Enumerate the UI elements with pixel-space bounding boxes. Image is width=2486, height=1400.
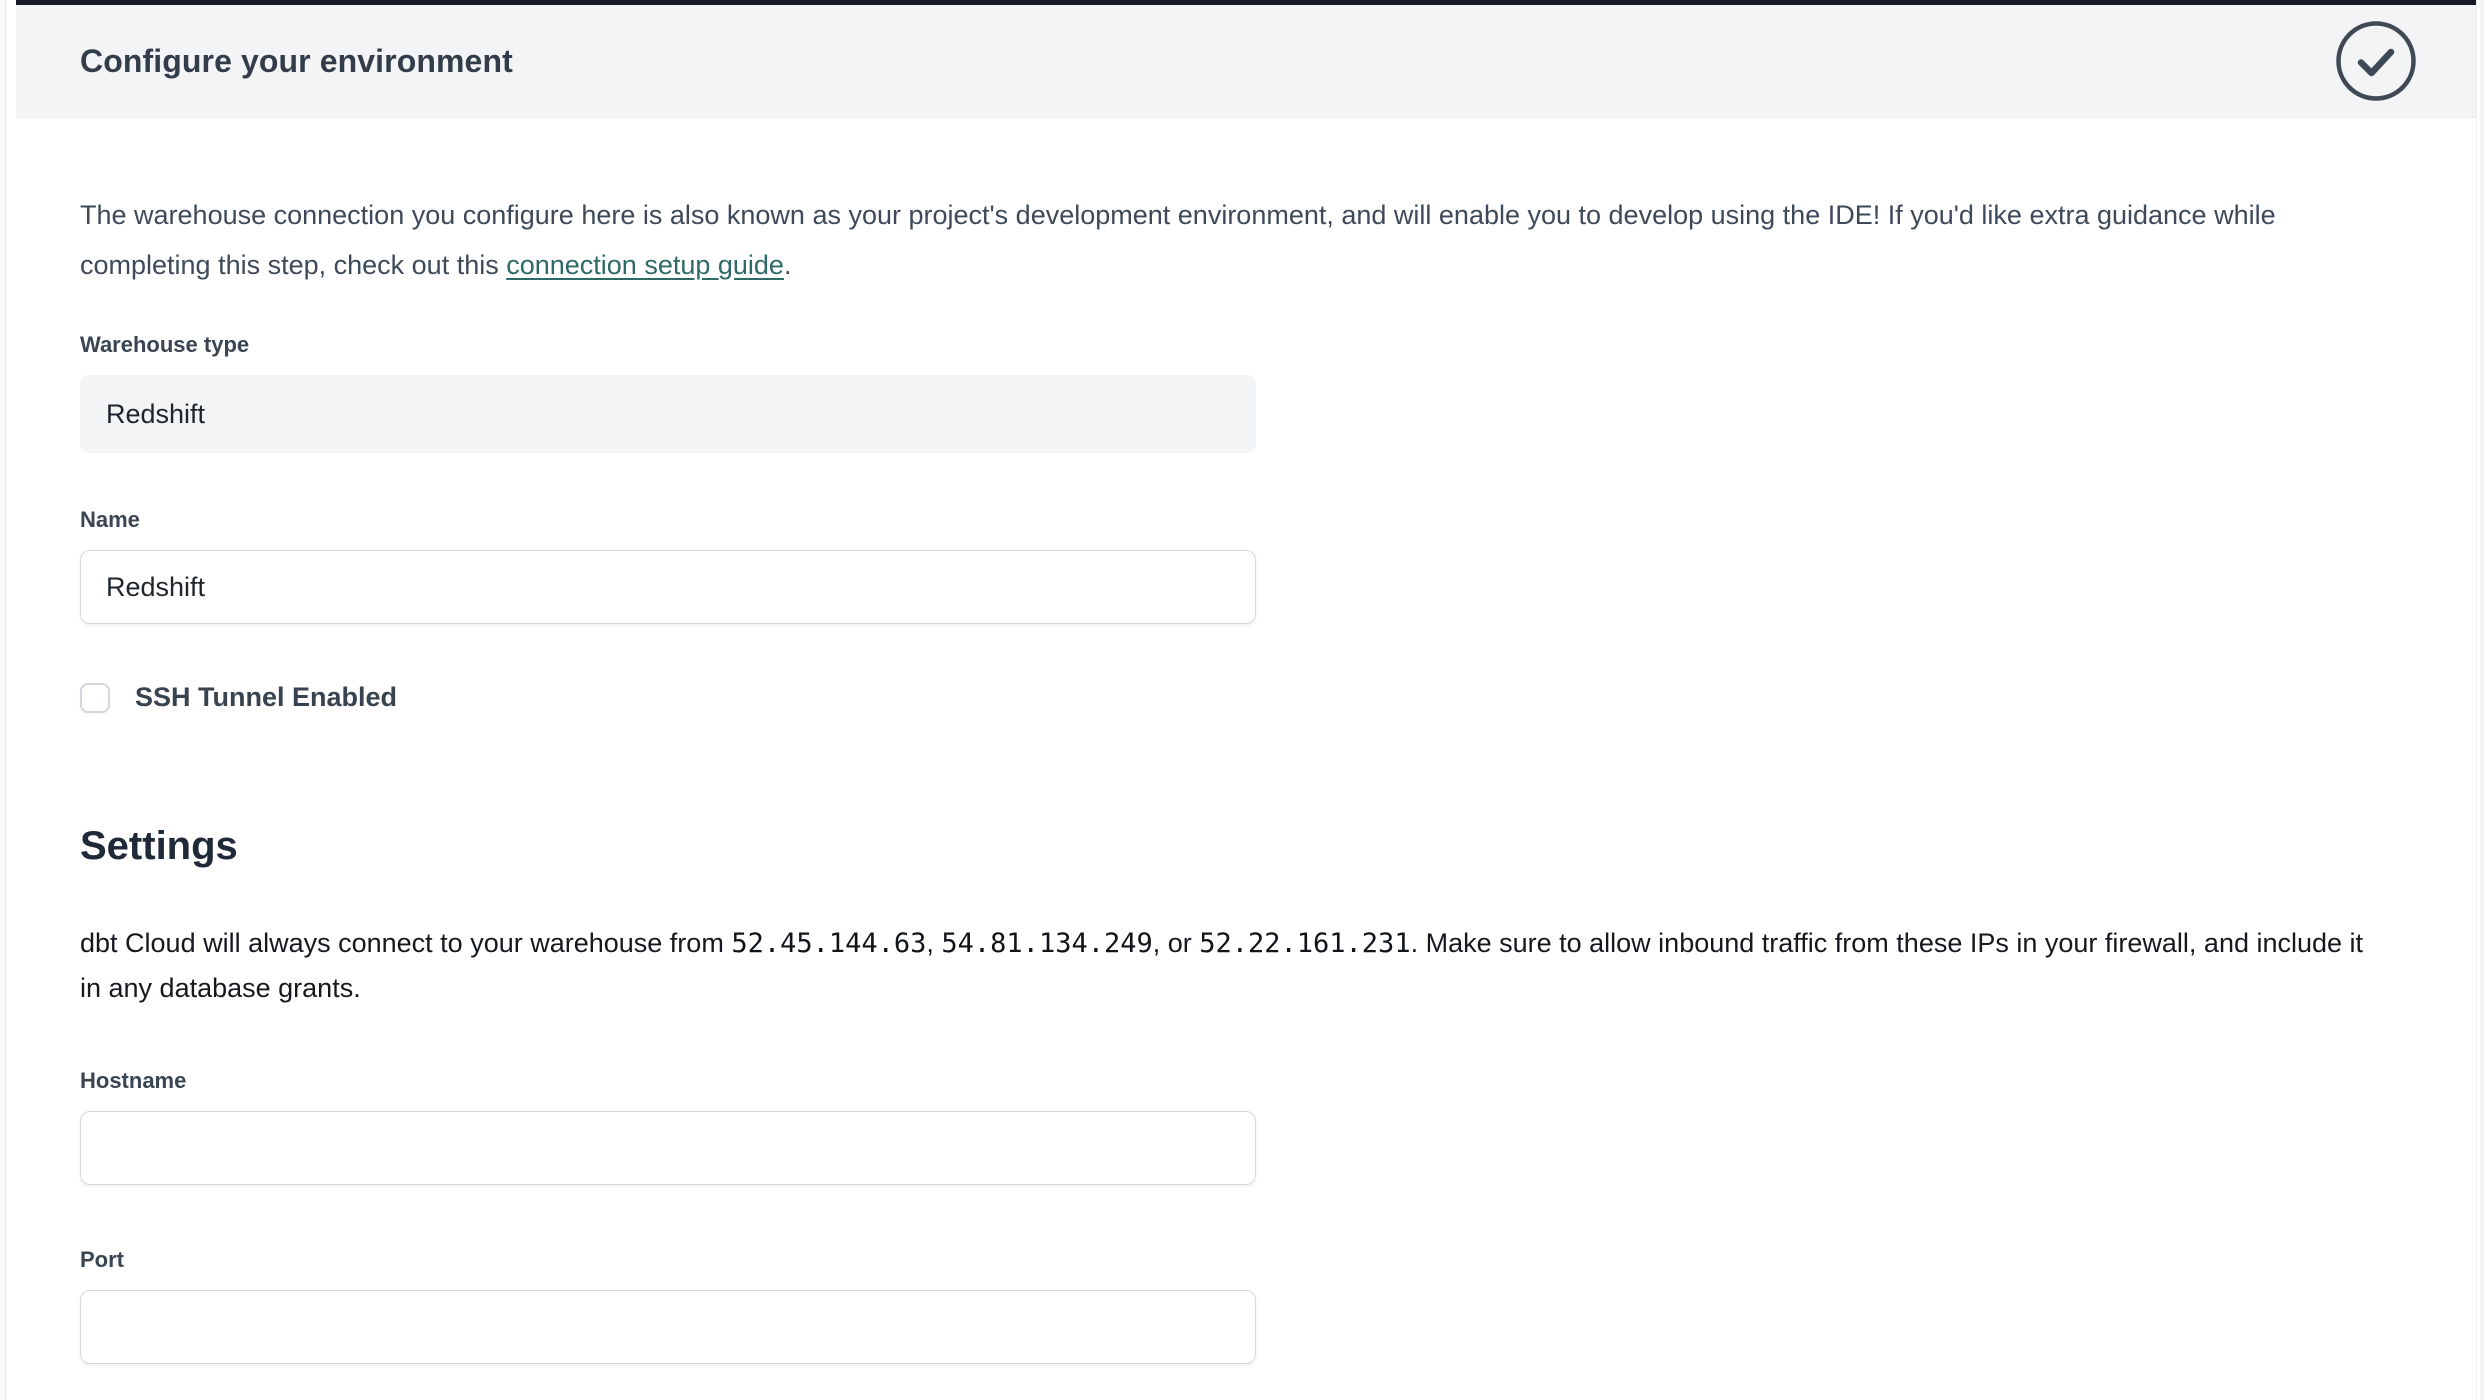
settings-description: dbt Cloud will always connect to your wa… <box>80 921 2390 1010</box>
page-left-gutter <box>0 0 6 1400</box>
settings-heading: Settings <box>80 823 2412 869</box>
hostname-input[interactable] <box>80 1111 1256 1185</box>
warehouse-type-readonly-field: Redshift <box>80 375 1256 453</box>
desc-sep-2: , or <box>1153 928 1200 958</box>
check-circle-icon <box>2334 19 2418 103</box>
desc-before-ips: dbt Cloud will always connect to your wa… <box>80 928 731 958</box>
port-label: Port <box>80 1247 2412 1273</box>
name-field: Name <box>80 507 2412 624</box>
panel-body: The warehouse connection you configure h… <box>16 118 2476 1364</box>
hostname-label: Hostname <box>80 1068 2412 1094</box>
intro-text: The warehouse connection you configure h… <box>80 200 2276 280</box>
connection-setup-guide-link[interactable]: connection setup guide <box>506 250 784 280</box>
ssh-tunnel-row: SSH Tunnel Enabled <box>80 682 2412 713</box>
panel-header: Configure your environment <box>16 5 2476 118</box>
environment-settings-panel: Configure your environment The warehouse… <box>16 0 2476 1400</box>
hostname-field: Hostname <box>80 1068 2412 1185</box>
ssh-tunnel-label: SSH Tunnel Enabled <box>135 682 397 713</box>
port-field: Port <box>80 1247 2412 1364</box>
page-title: Configure your environment <box>80 43 513 80</box>
scrollbar[interactable] <box>2476 0 2486 1400</box>
desc-sep-1: , <box>926 928 941 958</box>
warehouse-type-field: Warehouse type Redshift <box>80 332 2412 453</box>
warehouse-type-value: Redshift <box>106 399 205 430</box>
port-input[interactable] <box>80 1290 1256 1364</box>
ip-address-1: 52.45.144.63 <box>731 928 926 959</box>
ip-address-2: 54.81.134.249 <box>941 928 1152 959</box>
name-input[interactable] <box>80 550 1256 624</box>
scrollbar-track[interactable] <box>2480 0 2484 1400</box>
intro-paragraph: The warehouse connection you configure h… <box>80 190 2390 290</box>
warehouse-type-label: Warehouse type <box>80 332 2412 358</box>
ip-address-3: 52.22.161.231 <box>1199 928 1410 959</box>
intro-text-suffix: . <box>784 250 792 280</box>
name-label: Name <box>80 507 2412 533</box>
ssh-tunnel-checkbox[interactable] <box>80 683 110 713</box>
